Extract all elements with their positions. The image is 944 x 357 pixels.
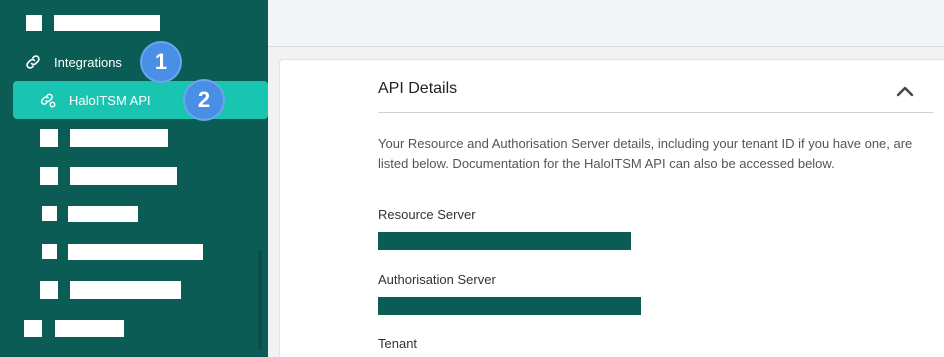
step-badge-1: 1 [142,43,180,81]
sidebar-item-haloitsm-api[interactable]: HaloITSM API [13,81,268,119]
resource-server-label: Resource Server [378,207,476,222]
sidebar-subitem-redacted-label[interactable] [70,129,168,147]
sidebar-scrollbar[interactable] [258,250,262,350]
top-bar [268,0,944,47]
sidebar-subitem-redacted-icon [40,129,58,147]
sidebar-item-label: Integrations [54,54,122,70]
step-badge-2: 2 [185,81,223,119]
sidebar-subitem-redacted-label[interactable] [70,167,177,185]
tenant-label: Tenant [378,336,418,351]
sidebar-subitem-redacted-icon [40,281,58,299]
sidebar-item-redacted-label[interactable] [54,15,160,31]
section-title: API Details [378,80,458,97]
resource-server-value-redacted [378,232,631,250]
section-divider [378,112,933,113]
sidebar-subitem-redacted-label[interactable] [68,206,138,222]
sidebar-subitem-redacted-icon [42,206,57,221]
authorisation-server-label: Authorisation Server [378,272,496,287]
link-icon [24,53,42,71]
section-description: Your Resource and Authorisation Server d… [378,136,913,171]
sidebar-item-redacted-label[interactable] [55,320,124,337]
sidebar-subitem-redacted-label[interactable] [70,281,181,299]
sidebar-item-redacted-icon [26,15,42,31]
api-link-icon [39,91,57,109]
chevron-up-icon[interactable] [895,84,915,98]
sidebar-subitem-redacted-icon [40,167,58,185]
sidebar-subitem-redacted-icon [42,244,57,259]
authorisation-server-value-redacted [378,297,641,315]
sidebar-item-redacted-icon [24,320,42,337]
sidebar-subitem-redacted-label[interactable] [68,244,203,260]
sidebar-item-label: HaloITSM API [69,92,151,108]
sidebar: Integrations HaloITSM API [0,0,268,357]
